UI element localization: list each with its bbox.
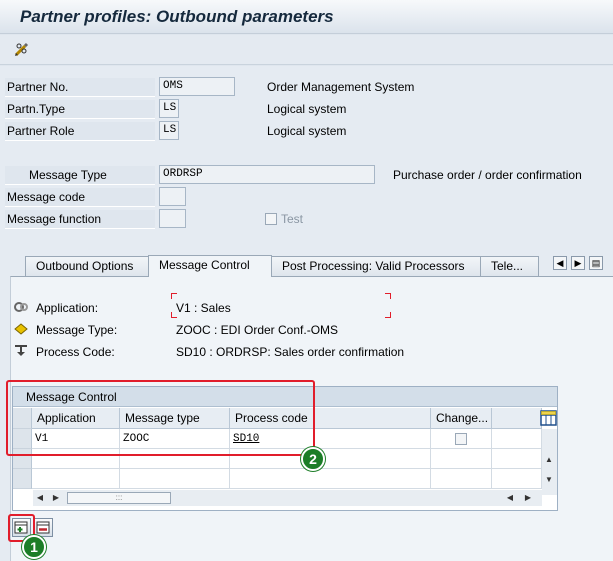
toolbar xyxy=(0,35,613,65)
table-cell-empty[interactable] xyxy=(120,449,230,469)
table-cell-empty xyxy=(492,469,542,489)
message-type-label: Message Type xyxy=(5,166,155,185)
tab-message-control[interactable]: Message Control xyxy=(148,255,272,277)
focus-corner-tl xyxy=(171,293,177,299)
partner-no-field[interactable]: OMS xyxy=(159,77,235,96)
row-selector[interactable] xyxy=(13,469,32,489)
message-type-icon xyxy=(13,322,29,336)
table-cell-empty[interactable] xyxy=(431,469,492,489)
horizontal-scrollbar[interactable]: ◀ ▶ ::: ◀ ▶ xyxy=(33,490,542,506)
partner-role-description: Logical system xyxy=(267,124,347,138)
display-change-button[interactable] xyxy=(12,41,32,59)
partner-role-label: Partner Role xyxy=(5,122,155,141)
table-cell-empty[interactable] xyxy=(120,469,230,489)
row-selector[interactable] xyxy=(13,449,32,469)
message-type-field[interactable]: ORDRSP xyxy=(159,165,375,184)
tab-scroll-right-button[interactable]: ▶ xyxy=(571,256,585,270)
focus-corner-tr xyxy=(385,293,391,299)
delete-icon xyxy=(36,521,50,534)
process-code-value: SD10 : ORDRSP: Sales order confirmation xyxy=(176,345,405,359)
tab-post-processing[interactable]: Post Processing: Valid Processors xyxy=(271,256,481,277)
table-cell-process-code[interactable]: SD10 xyxy=(230,429,431,449)
table-cell-empty[interactable] xyxy=(230,469,431,489)
table-cell-empty[interactable] xyxy=(32,449,120,469)
vertical-scrollbar[interactable]: ▲ ▼ xyxy=(542,429,557,495)
tab-outbound-options[interactable]: Outbound Options xyxy=(25,256,149,277)
table-settings-icon xyxy=(540,410,557,426)
scroll-thumb[interactable]: ::: xyxy=(67,492,171,504)
application-value: V1 : Sales xyxy=(176,301,231,315)
message-function-label: Message function xyxy=(5,210,155,229)
table-title: Message Control xyxy=(13,387,557,407)
scroll-left-end-icon[interactable]: ◀ xyxy=(503,491,517,505)
create-icon xyxy=(14,521,28,534)
partner-no-label: Partner No. xyxy=(5,78,155,97)
table-cell-change xyxy=(431,429,492,449)
title-bar: Partner profiles: Outbound parameters xyxy=(0,0,613,34)
column-header-application[interactable]: Application xyxy=(32,408,120,429)
tab-list-button[interactable]: ▤ xyxy=(589,256,603,270)
scroll-up-icon[interactable]: ▲ xyxy=(542,453,556,467)
table-settings-button[interactable] xyxy=(540,409,557,427)
change-checkbox[interactable] xyxy=(455,433,467,445)
table-cell-empty[interactable] xyxy=(431,449,492,469)
select-all-cell[interactable] xyxy=(13,408,32,429)
callout-badge-2: 2 xyxy=(301,447,325,471)
partn-type-description: Logical system xyxy=(267,102,347,116)
scroll-down-icon[interactable]: ▼ xyxy=(542,473,556,487)
callout-badge-1: 1 xyxy=(22,535,46,559)
delete-entry-button[interactable] xyxy=(34,518,53,537)
page-title: Partner profiles: Outbound parameters xyxy=(20,7,334,26)
table-cell-empty xyxy=(492,429,542,449)
focus-corner-bl xyxy=(171,312,177,318)
process-code-icon xyxy=(13,344,29,358)
scroll-right-end-icon[interactable]: ▶ xyxy=(521,491,535,505)
application-icon xyxy=(13,300,29,314)
row-selector[interactable] xyxy=(13,429,32,449)
message-code-field[interactable] xyxy=(159,187,186,206)
pencil-glasses-icon xyxy=(14,42,29,57)
test-checkbox[interactable] xyxy=(265,213,277,225)
table-cell-empty[interactable] xyxy=(230,449,431,469)
tab-scroll-left-button[interactable]: ◀ xyxy=(553,256,567,270)
table-cell-message-type[interactable]: ZOOC xyxy=(120,429,230,449)
message-code-label: Message code xyxy=(5,188,155,207)
scroll-right-icon[interactable]: ▶ xyxy=(49,491,63,505)
focus-corner-br xyxy=(385,312,391,318)
message-function-field[interactable] xyxy=(159,209,186,228)
message-type-info-value: ZOOC : EDI Order Conf.-OMS xyxy=(176,323,339,337)
table-cell-application[interactable]: V1 xyxy=(32,429,120,449)
column-header-change[interactable]: Change... xyxy=(431,408,492,429)
column-header-spacer xyxy=(492,408,542,429)
process-code-label: Process Code: xyxy=(36,345,115,359)
process-code-link[interactable]: SD10 xyxy=(233,433,259,445)
message-type-description: Purchase order / order confirmation xyxy=(393,168,582,182)
scroll-left-icon[interactable]: ◀ xyxy=(33,491,47,505)
table-cell-empty xyxy=(492,449,542,469)
partner-no-description: Order Management System xyxy=(267,80,415,94)
message-control-table: Message Control Application Message type… xyxy=(12,386,558,511)
table-cell-empty[interactable] xyxy=(32,469,120,489)
partn-type-field[interactable]: LS xyxy=(159,99,179,118)
test-label: Test xyxy=(281,212,304,226)
partn-type-label: Partn.Type xyxy=(5,100,155,119)
application-label: Application: xyxy=(36,301,99,315)
partner-role-field[interactable]: LS xyxy=(159,121,179,140)
tab-telecommunication[interactable]: Tele... xyxy=(480,256,539,277)
column-header-message-type[interactable]: Message type xyxy=(120,408,230,429)
message-type-info-label: Message Type: xyxy=(36,323,118,337)
create-entry-button[interactable] xyxy=(12,518,31,537)
column-header-process-code[interactable]: Process code xyxy=(230,408,431,429)
